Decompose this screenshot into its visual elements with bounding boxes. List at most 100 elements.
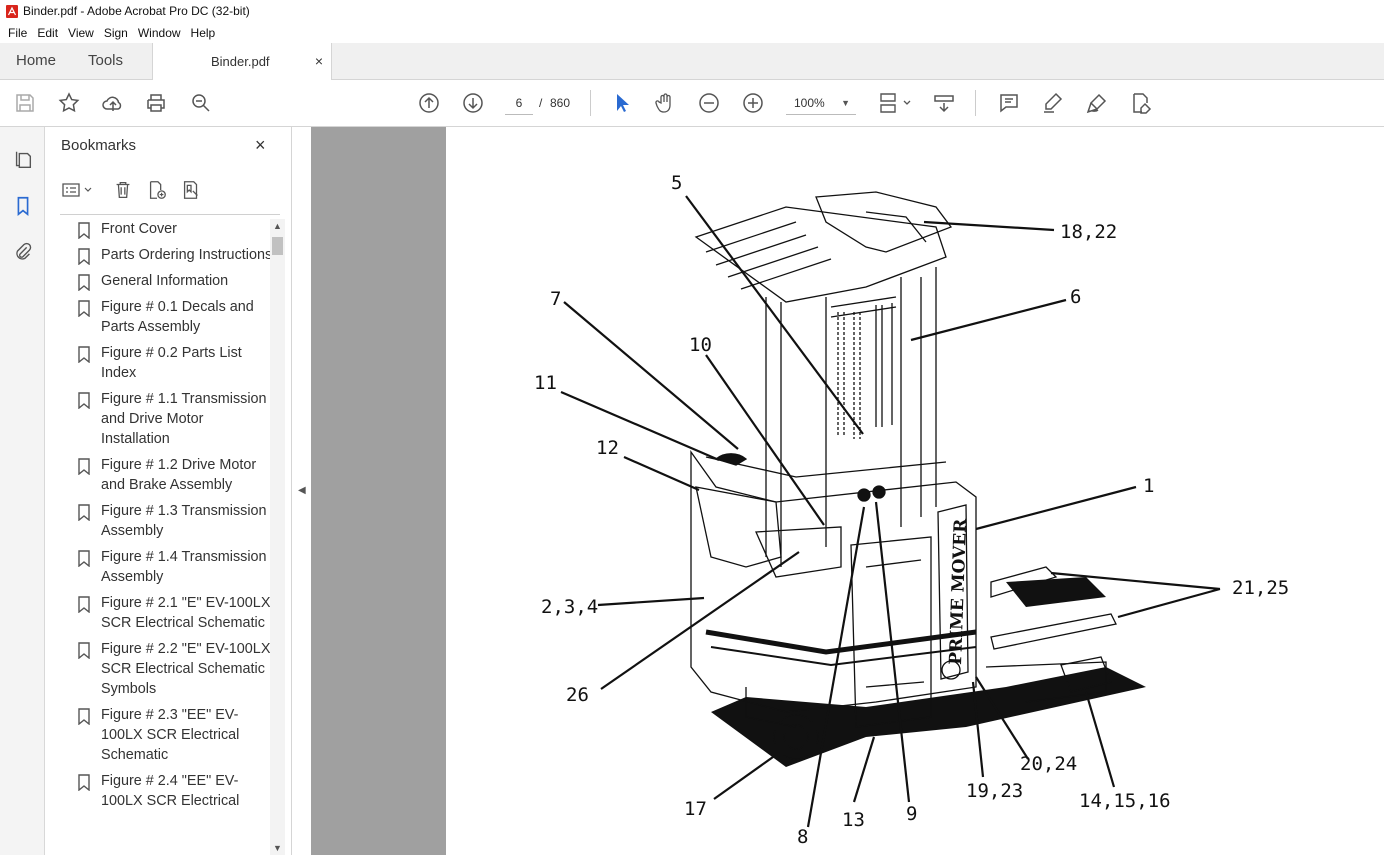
- callout-label: 9: [906, 803, 917, 825]
- bookmark-icon: [78, 222, 90, 239]
- toolbar-divider: [975, 90, 976, 116]
- bookmark-label: General Information: [101, 273, 229, 289]
- print-icon[interactable]: [143, 90, 169, 116]
- bookmark-label: Figure # 2.2 "E" EV-100LX SCR Electrical…: [101, 641, 271, 697]
- bookmark-icon: [78, 504, 90, 521]
- bookmark-item[interactable]: Figure # 1.4 Transmission Assembly: [75, 547, 273, 587]
- menu-window[interactable]: Window: [133, 26, 186, 40]
- sign-icon[interactable]: [1084, 90, 1110, 116]
- new-bookmark-icon[interactable]: [144, 177, 170, 203]
- acrobat-logo-icon: [6, 4, 18, 18]
- close-icon[interactable]: ×: [255, 135, 266, 156]
- panel-divider: [60, 214, 280, 215]
- select-arrow-icon[interactable]: [608, 90, 634, 116]
- bookmark-label: Figure # 0.2 Parts List Index: [101, 345, 242, 381]
- bookmark-tools: [60, 177, 280, 203]
- menu-file[interactable]: File: [3, 26, 32, 40]
- bookmark-item[interactable]: Figure # 1.1 Transmission and Drive Moto…: [75, 389, 273, 449]
- title-bar: Binder.pdf - Adobe Acrobat Pro DC (32-bi…: [0, 0, 1384, 22]
- bookmark-item[interactable]: Figure # 0.2 Parts List Index: [75, 343, 273, 383]
- bookmark-scrollbar[interactable]: ▲ ▼: [270, 219, 285, 855]
- bookmark-item[interactable]: Figure # 1.2 Drive Motor and Brake Assem…: [75, 455, 273, 495]
- bookmark-item[interactable]: Figure # 2.1 "E" EV-100LX SCR Electrical…: [75, 593, 273, 633]
- page-separator: /: [539, 96, 543, 110]
- bookmark-item[interactable]: Figure # 1.3 Transmission Assembly: [75, 501, 273, 541]
- star-icon[interactable]: [56, 90, 82, 116]
- tab-bar: Home Tools Binder.pdf ×: [0, 43, 1384, 80]
- highlight-icon[interactable]: [1040, 90, 1066, 116]
- bookmark-label: Parts Ordering Instructions: [101, 247, 273, 263]
- scroll-up-icon[interactable]: ▲: [273, 221, 282, 231]
- forklift-drawing: PRIME MOVER 5 18,22 7 6 10 11 12 1 21,25…: [534, 172, 1289, 848]
- collapse-panel-icon[interactable]: ◀: [298, 485, 306, 496]
- page-count: 860: [550, 96, 571, 110]
- bookmark-item[interactable]: Figure # 2.2 "E" EV-100LX SCR Electrical…: [75, 639, 273, 699]
- bookmark-label: Figure # 2.4 "EE" EV-100LX SCR Electrica…: [101, 773, 240, 809]
- bookmark-panel-icon[interactable]: [10, 193, 36, 219]
- callout-label: 6: [1070, 286, 1081, 308]
- bookmark-item[interactable]: Figure # 2.3 "EE" EV-100LX SCR Electrica…: [75, 705, 273, 765]
- bookmarks-title: Bookmarks: [61, 137, 137, 154]
- bookmark-item[interactable]: Figure # 0.1 Decals and Parts Assembly: [75, 297, 273, 337]
- callout-label: 2,3,4: [541, 596, 598, 618]
- edit-pdf-icon[interactable]: [1128, 90, 1154, 116]
- bookmark-icon: [78, 458, 90, 475]
- callout-label: 26: [566, 684, 589, 706]
- bookmark-label: Figure # 1.2 Drive Motor and Brake Assem…: [101, 457, 257, 493]
- bookmark-options-icon[interactable]: [60, 177, 94, 203]
- callout-label: 20,24: [1020, 753, 1077, 775]
- zoom-in-icon[interactable]: [740, 90, 766, 116]
- bookmark-from-selection-icon[interactable]: [178, 177, 204, 203]
- menu-edit[interactable]: Edit: [32, 26, 63, 40]
- menu-help[interactable]: Help: [186, 26, 221, 40]
- fit-page-icon[interactable]: [878, 90, 914, 116]
- search-zoom-icon[interactable]: [188, 90, 214, 116]
- bookmark-icon: [78, 596, 90, 613]
- menu-view[interactable]: View: [63, 26, 99, 40]
- callout-label: 13: [842, 809, 865, 831]
- tab-tools[interactable]: Tools: [88, 43, 123, 79]
- hand-icon[interactable]: [652, 90, 678, 116]
- bookmark-label: Figure # 2.1 "E" EV-100LX SCR Electrical…: [101, 595, 271, 631]
- callout-label: 11: [534, 372, 557, 394]
- page-down-icon[interactable]: [460, 90, 486, 116]
- current-page-input[interactable]: 6: [505, 91, 533, 115]
- page-up-icon[interactable]: [416, 90, 442, 116]
- bookmark-item[interactable]: Parts Ordering Instructions: [75, 245, 273, 265]
- scroll-mode-icon[interactable]: [931, 90, 957, 116]
- menu-sign[interactable]: Sign: [99, 26, 133, 40]
- scroll-down-icon[interactable]: ▼: [273, 843, 282, 853]
- bookmark-icon: [78, 392, 90, 409]
- bookmark-icon: [78, 550, 90, 567]
- bookmarks-panel: Bookmarks × Front Cover Parts Ordering In…: [45, 127, 292, 855]
- bookmark-label: Figure # 2.3 "EE" EV-100LX SCR Electrica…: [101, 707, 240, 763]
- pdf-page: PRIME MOVER 5 18,22 7 6 10 11 12 1 21,25…: [446, 127, 1384, 855]
- panel-collapse-gutter[interactable]: ◀: [293, 127, 311, 855]
- left-rail: [0, 127, 45, 855]
- close-tab-icon[interactable]: ×: [315, 43, 323, 80]
- scrollbar-thumb[interactable]: [272, 237, 283, 255]
- bookmark-item[interactable]: Figure # 2.4 "EE" EV-100LX SCR Electrica…: [75, 771, 273, 811]
- tab-document[interactable]: Binder.pdf ×: [152, 43, 332, 80]
- chevron-down-icon: ▼: [841, 98, 850, 108]
- bookmark-item[interactable]: Front Cover: [75, 219, 273, 239]
- bookmark-label: Figure # 1.4 Transmission Assembly: [101, 549, 267, 585]
- callout-label: 1: [1143, 475, 1154, 497]
- comment-icon[interactable]: [996, 90, 1022, 116]
- callout-label: 14,15,16: [1079, 790, 1171, 812]
- zoom-select[interactable]: 100% ▼: [786, 91, 856, 115]
- bookmark-icon: [78, 642, 90, 659]
- pages-thumbnails-icon[interactable]: [10, 147, 36, 173]
- bookmark-icon: [78, 708, 90, 725]
- callout-label: 7: [550, 288, 561, 310]
- tab-home[interactable]: Home: [16, 43, 56, 79]
- upload-icon[interactable]: [100, 90, 126, 116]
- attachments-icon[interactable]: [10, 239, 36, 265]
- zoom-out-icon[interactable]: [696, 90, 722, 116]
- bookmark-item[interactable]: General Information: [75, 271, 273, 291]
- delete-bookmark-icon[interactable]: [110, 177, 136, 203]
- save-icon[interactable]: [12, 90, 38, 116]
- bookmark-label: Figure # 0.1 Decals and Parts Assembly: [101, 299, 254, 335]
- callout-label: 12: [596, 437, 619, 459]
- window-title: Binder.pdf - Adobe Acrobat Pro DC (32-bi…: [23, 4, 250, 18]
